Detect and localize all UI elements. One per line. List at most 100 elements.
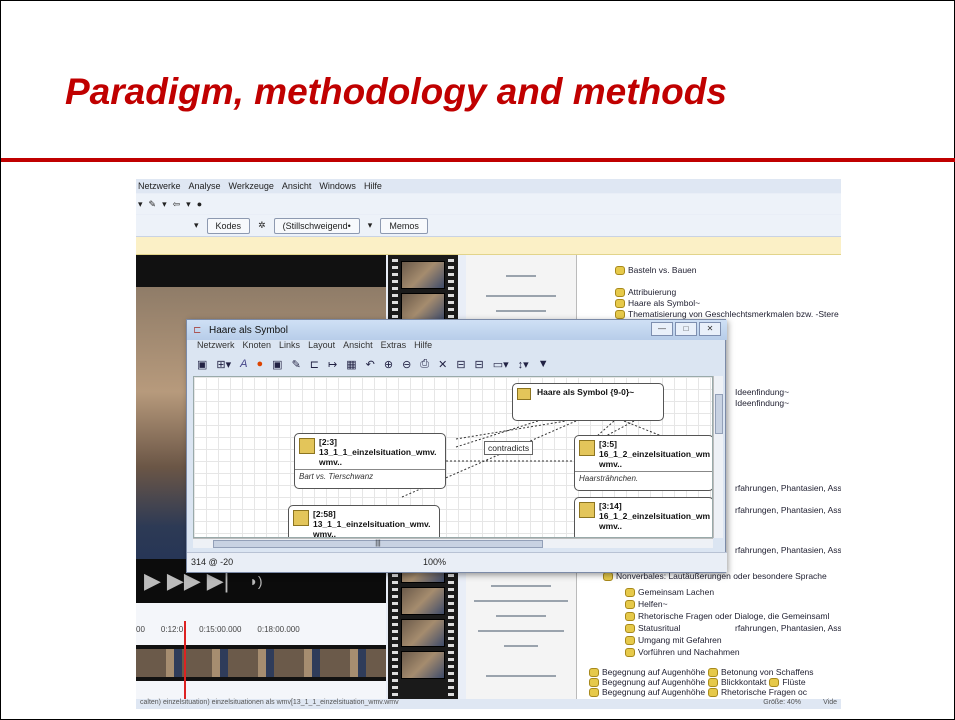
- minimize-icon[interactable]: —: [651, 322, 673, 336]
- grid-icon[interactable]: ▦: [346, 358, 356, 371]
- dialog-title: Haare als Symbol: [209, 324, 288, 336]
- code-item[interactable]: Statusritual: [625, 623, 681, 633]
- play-icon[interactable]: ▶: [144, 568, 161, 594]
- menu-links[interactable]: Links: [279, 340, 300, 353]
- status-size: Größe: 40%: [763, 699, 801, 706]
- relation-icon[interactable]: ↦: [328, 358, 337, 371]
- pen-tool-icon[interactable]: ✎: [149, 199, 157, 210]
- code-label: Basteln vs. Bauen: [628, 265, 697, 275]
- scroll-thumb[interactable]: |||: [213, 540, 543, 548]
- network-canvas[interactable]: Haare als Symbol {9-0}~ [2:3] 13_1_1_einz…: [193, 376, 713, 538]
- code-item[interactable]: Begegnung auf Augenhöhe Rhetorische Frage…: [589, 687, 807, 697]
- chevron-down-icon[interactable]: ▾: [186, 199, 191, 210]
- layout-icon[interactable]: ⊟: [456, 358, 465, 371]
- code-item[interactable]: Gemeinsam Lachen: [625, 587, 714, 597]
- code-dropdown[interactable]: (Stillschweigend•: [273, 217, 360, 234]
- menu-extras[interactable]: Extras: [381, 340, 407, 353]
- code-item[interactable]: Ideenfindung~: [735, 387, 789, 397]
- tick-label: 0:12:0: [160, 625, 184, 634]
- dropdown-arrow-icon[interactable]: ▾: [138, 199, 143, 210]
- edge-label[interactable]: contradicts: [484, 441, 534, 455]
- print-icon[interactable]: ⎙: [420, 358, 429, 371]
- menu-knoten[interactable]: Knoten: [243, 340, 272, 353]
- link-icon[interactable]: ⊏: [310, 358, 319, 371]
- menu-netzwerk[interactable]: Netzwerk: [197, 340, 235, 353]
- dialog-toolbar: ▣ ⊞▾ A ● ▣ ✎ ⊏ ↦ ▦ ↶ ⊕ ⊖ ⎙ ✕ ⊟ ⊟ ▭▾ ↕▾ ▼: [191, 354, 723, 374]
- undo-icon[interactable]: ↶: [366, 358, 375, 371]
- node-subtitle: 16_1_2_einzelsituation_wm: [599, 449, 711, 459]
- timeline[interactable]: 00 0:12:0 0:15:00.000 0:18:00.000: [136, 603, 386, 709]
- code-item[interactable]: rfahrungen, Phantasien, Ass: [735, 623, 841, 633]
- chevron-down-icon[interactable]: ▾: [368, 220, 373, 231]
- memos-button[interactable]: Memos: [380, 217, 428, 234]
- menu-ansicht[interactable]: Ansicht: [343, 340, 373, 353]
- network-node[interactable]: [3:14] 16_1_2_einzelsituation_wm wmv..: [574, 497, 712, 537]
- film-frame: [401, 587, 445, 615]
- code-item[interactable]: Begegnung auf Augenhöhe Betonung von Scha…: [589, 667, 814, 677]
- playhead[interactable]: [184, 621, 186, 701]
- code-item[interactable]: Thematisierung von Geschlechtsmerkmalen …: [615, 309, 839, 319]
- filter-icon[interactable]: ▼: [538, 358, 549, 370]
- layout2-icon[interactable]: ⊟: [475, 358, 484, 371]
- chevron-down-icon[interactable]: ▾: [194, 220, 199, 231]
- code-item[interactable]: Ideenfindung~: [735, 398, 789, 408]
- code-item[interactable]: rfahrungen, Phantasien, Ass: [735, 545, 841, 555]
- status-text: calten) einzelsituation) einzelsituation…: [140, 699, 399, 706]
- code-item[interactable]: Attribuierung: [615, 287, 676, 297]
- display-icon[interactable]: ▭▾: [493, 358, 509, 371]
- zoom-in-icon[interactable]: ⊕: [384, 358, 393, 371]
- code-item[interactable]: rfahrungen, Phantasien, Ass: [735, 483, 841, 493]
- horizontal-scrollbar[interactable]: |||: [193, 538, 713, 548]
- code-item[interactable]: Umgang mit Gefahren: [625, 635, 722, 645]
- code-item[interactable]: Begegnung auf Augenhöhe Blickkontakt Flüst…: [589, 677, 806, 687]
- menu-hilfe[interactable]: Hilfe: [414, 340, 432, 353]
- code-icon: [589, 687, 599, 697]
- close-icon[interactable]: ✕: [699, 322, 721, 336]
- network-node[interactable]: Haare als Symbol {9-0}~: [512, 383, 664, 421]
- zoom-out-icon[interactable]: ⊖: [402, 358, 411, 371]
- network-node[interactable]: [3:5] 16_1_2_einzelsituation_wm wmv.. Haar…: [574, 435, 712, 491]
- volume-icon[interactable]: ◗): [249, 573, 262, 589]
- menu-netzwerke[interactable]: Netzwerke: [138, 181, 181, 191]
- code-item[interactable]: Vorführen und Nachahmen: [625, 647, 740, 657]
- menu-hilfe[interactable]: Hilfe: [364, 181, 382, 191]
- save-icon[interactable]: ▣: [197, 358, 207, 371]
- maximize-icon[interactable]: □: [675, 322, 697, 336]
- vertical-scrollbar[interactable]: [713, 376, 723, 538]
- dialog-titlebar[interactable]: ⊏ Haare als Symbol — □ ✕: [187, 320, 727, 340]
- scroll-thumb[interactable]: [715, 394, 723, 434]
- code-label: Vorführen und Nachahmen: [638, 647, 740, 657]
- code-item[interactable]: Basteln vs. Bauen: [615, 265, 697, 275]
- sort-icon[interactable]: ↕▾: [518, 358, 529, 371]
- menu-layout[interactable]: Layout: [308, 340, 335, 353]
- slide: Paradigm, methodology and methods Netzwe…: [0, 0, 955, 720]
- dialog-statusbar: 314 @ -20 100%: [187, 552, 727, 572]
- code-family-icon: ✲: [258, 220, 266, 230]
- code-node-icon: [517, 388, 531, 400]
- color-icon[interactable]: ●: [257, 358, 264, 370]
- code-item[interactable]: Haare als Symbol~: [615, 298, 700, 308]
- code-item[interactable]: Rhetorische Fragen oder Dialoge, die Gem…: [625, 611, 829, 621]
- code-label: Thematisierung von Geschlechtsmerkmalen …: [628, 309, 839, 319]
- back-arrow-icon[interactable]: ⇦: [173, 199, 181, 210]
- code-label: Haare als Symbol~: [628, 298, 701, 308]
- menu-analyse[interactable]: Analyse: [189, 181, 221, 191]
- network-node[interactable]: [2:58] 13_1_1_einzelsituation_wmv. wmv..: [288, 505, 440, 537]
- menu-ansicht[interactable]: Ansicht: [282, 181, 312, 191]
- new-node-icon[interactable]: ⊞▾: [216, 358, 231, 371]
- font-icon[interactable]: A: [240, 358, 247, 370]
- delete-icon[interactable]: ✕: [438, 358, 447, 371]
- menu-windows[interactable]: Windows: [319, 181, 356, 191]
- chevron-down-icon[interactable]: ▾: [162, 199, 167, 210]
- kodes-button[interactable]: Kodes: [206, 217, 251, 234]
- bomb-icon[interactable]: ●: [197, 199, 202, 209]
- code-item[interactable]: rfahrungen, Phantasien, Ass: [735, 505, 841, 515]
- cursor-coords: 314 @ -20: [191, 557, 234, 567]
- comment-icon[interactable]: ✎: [292, 358, 301, 371]
- image-icon[interactable]: ▣: [272, 358, 282, 371]
- code-label: Statusritual: [638, 623, 681, 633]
- menu-werkzeuge[interactable]: Werkzeuge: [229, 181, 274, 191]
- film-frame: [401, 293, 445, 321]
- network-node[interactable]: [2:3] 13_1_1_einzelsituation_wmv. wmv.. Ba…: [294, 433, 446, 489]
- code-item[interactable]: Helfen~: [625, 599, 668, 609]
